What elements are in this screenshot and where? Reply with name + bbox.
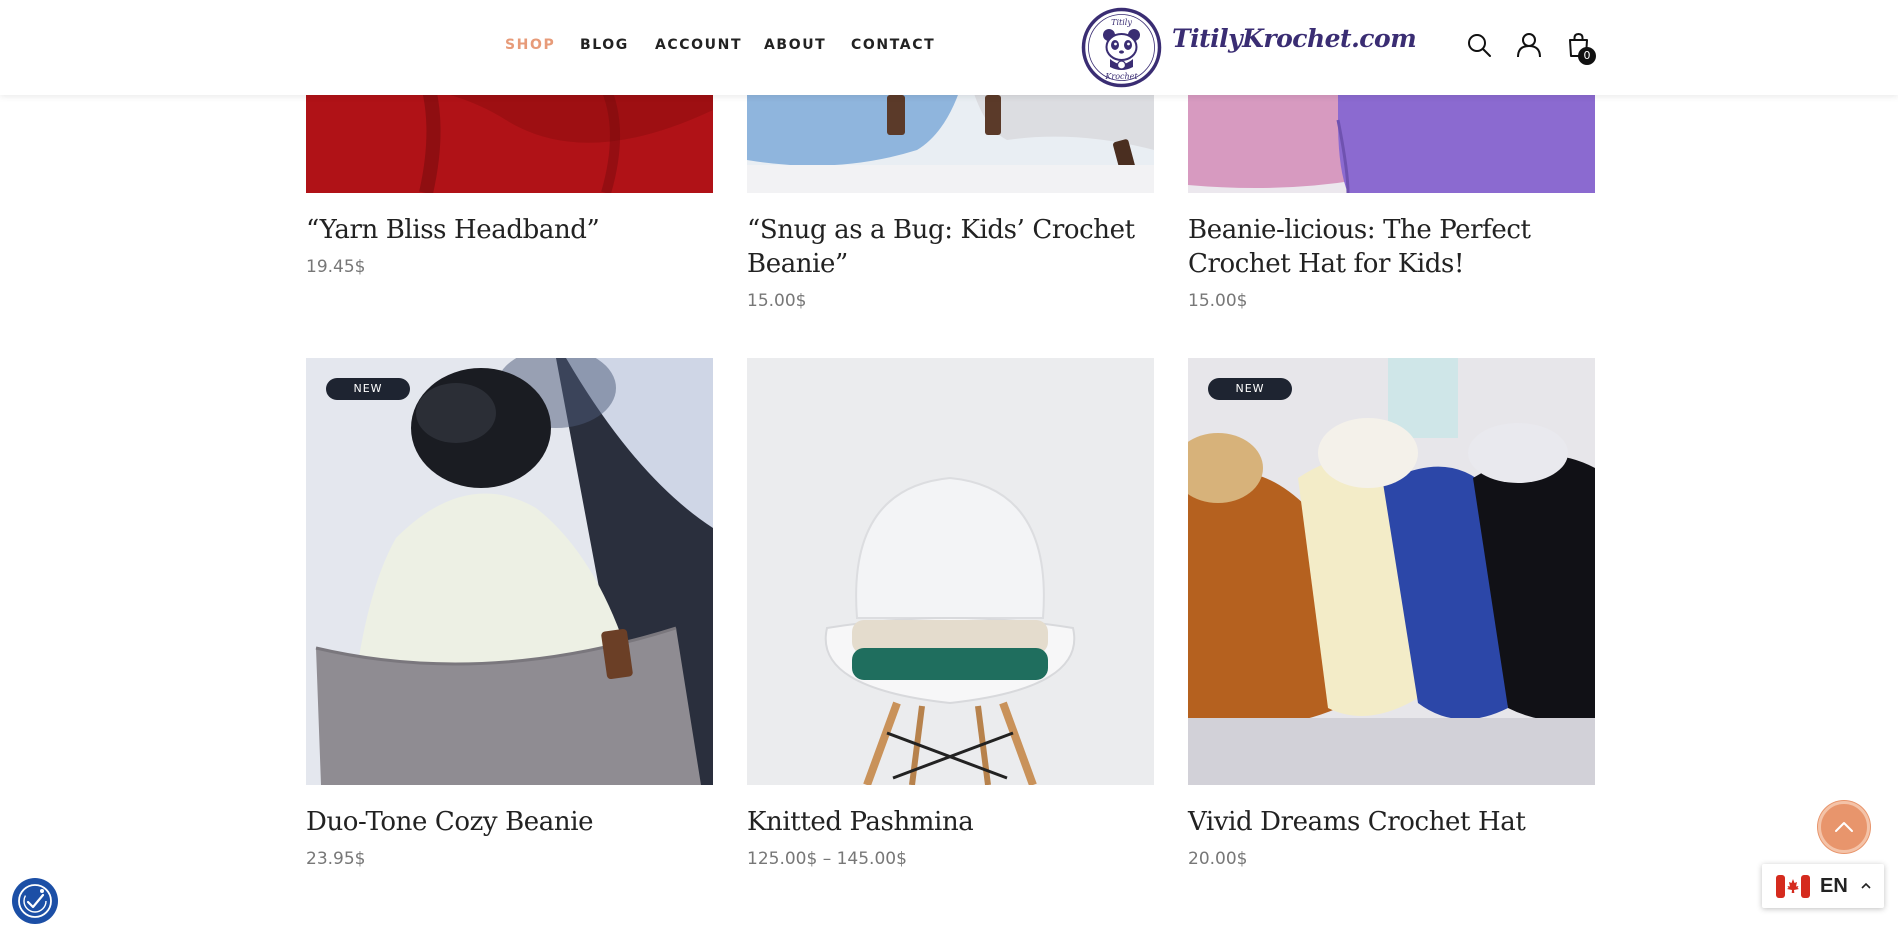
language-switcher[interactable]: EN bbox=[1762, 864, 1884, 908]
brand-name[interactable]: TitilyKrochet.com bbox=[1172, 24, 1417, 53]
logo-badge-top-text: Titily bbox=[1111, 18, 1132, 27]
logo-badge-bottom-text: Krochet bbox=[1104, 72, 1138, 81]
product-image[interactable]: NEW bbox=[306, 358, 713, 785]
product-price: 15.00$ bbox=[1188, 291, 1248, 311]
product-price: 19.45$ bbox=[306, 257, 366, 277]
product-price: 20.00$ bbox=[1188, 849, 1248, 869]
product-price: 23.95$ bbox=[306, 849, 366, 869]
chevron-up-icon bbox=[1861, 882, 1871, 889]
product-price: 125.00$ – 145.00$ bbox=[747, 849, 907, 869]
product-card[interactable]: NEW Duo-Tone Cozy Beanie 23.95$ bbox=[306, 358, 713, 878]
logo-badge[interactable]: Titily Krochet bbox=[1080, 7, 1163, 88]
product-title[interactable]: Knitted Pashmina bbox=[747, 805, 1154, 839]
nav-contact[interactable]: CONTACT bbox=[851, 37, 935, 53]
site-header: SHOP BLOG ACCOUNT ABOUT CONTACT Titily K… bbox=[0, 0, 1898, 95]
product-title[interactable]: “Snug as a Bug: Kids’ Crochet Beanie” bbox=[747, 213, 1154, 281]
product-title[interactable]: “Yarn Bliss Headband” bbox=[306, 213, 713, 247]
scroll-to-top-button[interactable] bbox=[1818, 801, 1870, 853]
nav-shop[interactable]: SHOP bbox=[505, 37, 555, 53]
product-title[interactable]: Duo-Tone Cozy Beanie bbox=[306, 805, 713, 839]
language-code: EN bbox=[1820, 875, 1848, 897]
accessibility-icon bbox=[18, 884, 52, 918]
main-nav: SHOP BLOG ACCOUNT ABOUT CONTACT bbox=[0, 37, 1898, 57]
product-title[interactable]: Vivid Dreams Crochet Hat bbox=[1188, 805, 1595, 839]
product-title[interactable]: Beanie-licious: The Perfect Crochet Hat … bbox=[1188, 213, 1595, 281]
new-badge: NEW bbox=[1208, 378, 1292, 400]
canada-flag-icon bbox=[1776, 875, 1810, 898]
nav-blog[interactable]: BLOG bbox=[580, 37, 629, 53]
chevron-up-icon bbox=[1835, 822, 1853, 832]
nav-account[interactable]: ACCOUNT bbox=[655, 37, 742, 53]
nav-about[interactable]: ABOUT bbox=[764, 37, 826, 53]
product-image[interactable]: NEW bbox=[1188, 358, 1595, 785]
product-card[interactable]: Knitted Pashmina 125.00$ – 145.00$ bbox=[747, 358, 1154, 878]
product-image[interactable] bbox=[747, 358, 1154, 785]
accessibility-button[interactable] bbox=[12, 878, 58, 924]
user-icon[interactable] bbox=[1516, 32, 1542, 58]
product-price: 15.00$ bbox=[747, 291, 807, 311]
product-card[interactable]: NEW Vivid Dreams Crochet Hat 20.00$ bbox=[1188, 358, 1595, 878]
search-icon[interactable] bbox=[1466, 32, 1492, 58]
new-badge: NEW bbox=[326, 378, 410, 400]
cart-count-badge: 0 bbox=[1578, 47, 1596, 65]
